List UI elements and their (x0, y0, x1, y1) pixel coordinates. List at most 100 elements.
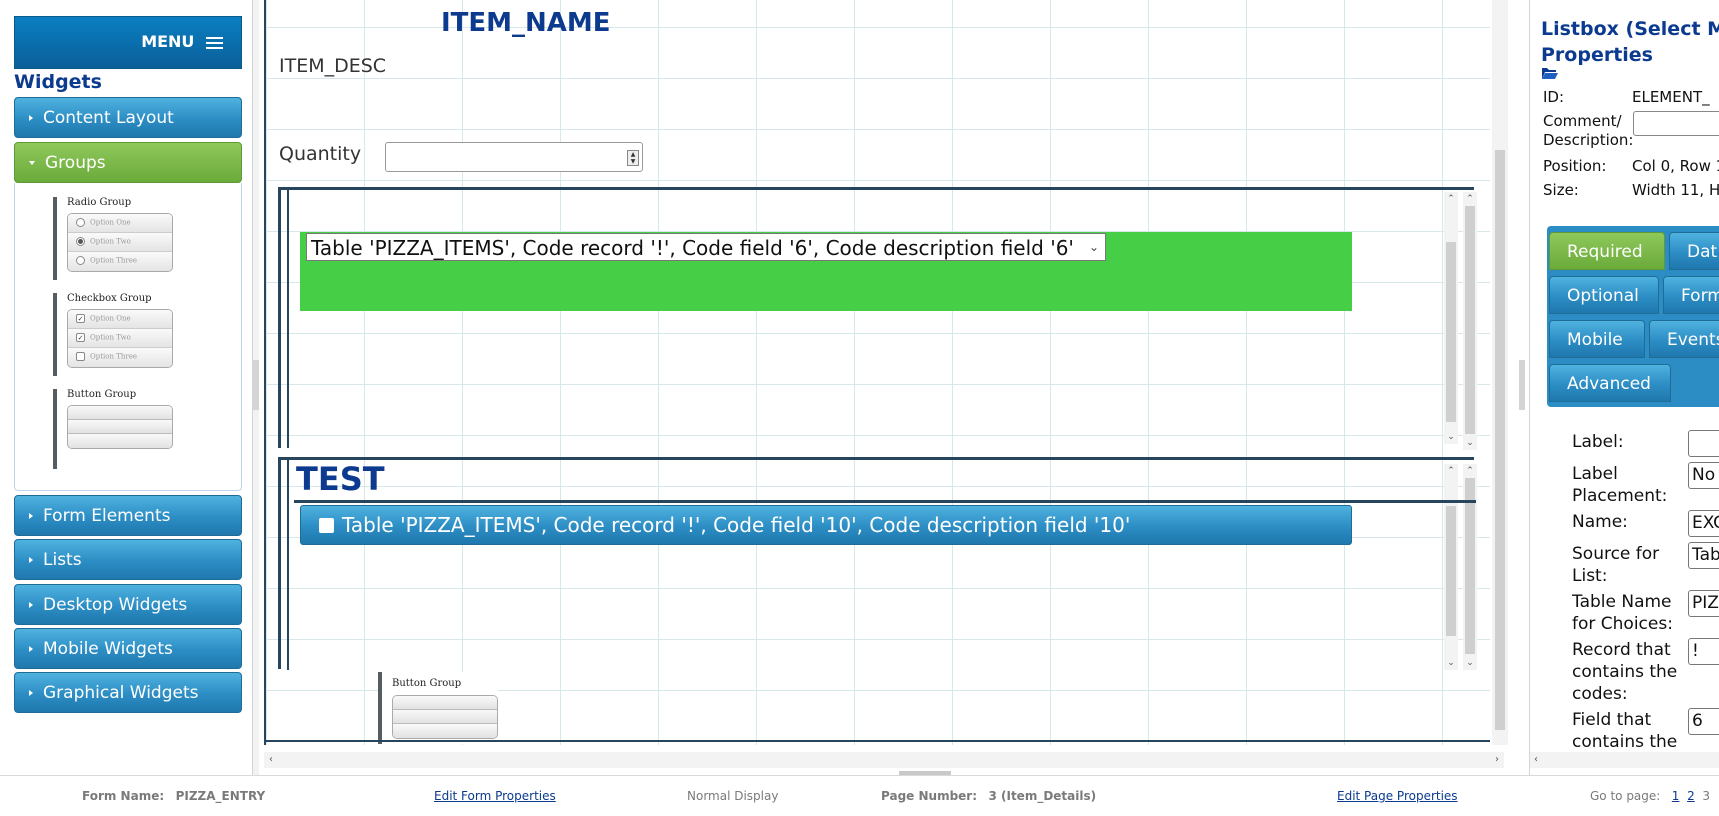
section-outer-scrollbar[interactable]: ⌃ ⌄ (1463, 192, 1477, 450)
item-name-text[interactable]: ITEM_NAME (441, 8, 611, 38)
table-name-input[interactable]: PIZ (1688, 590, 1719, 617)
checkbox-option: ✓ Option One (68, 310, 172, 329)
chevron-down-icon[interactable]: ⌄ (1089, 240, 1099, 254)
scroll-up-icon[interactable]: ⌃ (1463, 464, 1477, 478)
button-row (393, 696, 497, 710)
section-inner-scrollbar[interactable]: ⌃ ⌄ (1444, 192, 1458, 444)
properties-title: Listbox (Select Me Properties (1541, 16, 1719, 68)
source-for-list-label: Source for List: (1572, 544, 1660, 586)
scroll-thumb[interactable] (1446, 242, 1456, 422)
edit-form-properties-link[interactable]: Edit Form Properties (434, 789, 556, 803)
checkbox-group-title: Checkbox Group (67, 293, 152, 304)
listbox-section[interactable]: ⌃ ⌄ ⌃ ⌄ (278, 187, 1477, 450)
tab-required[interactable]: Required (1549, 232, 1665, 270)
scroll-down-icon[interactable]: ⌄ (1444, 430, 1458, 444)
button-row (68, 420, 172, 434)
accordion-label: Graphical Widgets (43, 683, 199, 703)
test-title[interactable]: TEST (296, 460, 385, 498)
scroll-down-icon[interactable]: ⌄ (1444, 656, 1458, 670)
scroll-right-icon[interactable]: › (1490, 752, 1504, 768)
tab-advanced[interactable]: Advanced (1549, 364, 1671, 402)
button-row (393, 724, 497, 738)
test-section[interactable]: ⌃ ⌄ ⌃ ⌄ (278, 457, 1477, 670)
radio-icon (76, 256, 85, 265)
menu-label: MENU (141, 32, 195, 51)
option-label: Option Three (90, 352, 138, 361)
properties-horizontal-scrollbar[interactable]: ‹ (1530, 752, 1719, 768)
accordion-graphical-widgets[interactable]: Graphical Widgets (14, 672, 242, 713)
section-inner-scrollbar[interactable]: ⌃ ⌄ (1444, 464, 1458, 670)
quantity-label[interactable]: Quantity (279, 143, 361, 165)
button-group-widget[interactable]: Button Group (53, 389, 173, 469)
spinner-icon[interactable]: ▲ ▼ (627, 150, 639, 166)
checkbox-option: ✓ Option Two (68, 329, 172, 348)
checkbox-checked-icon: ✓ (76, 333, 85, 342)
item-desc-text[interactable]: ITEM_DESC (279, 55, 386, 77)
label-placement-label: Label Placement: (1572, 464, 1668, 506)
scroll-up-icon[interactable]: ⌃ (1444, 192, 1458, 206)
chevron-right-icon (29, 602, 33, 608)
chevron-right-icon (29, 646, 33, 652)
size-label: Size: (1543, 181, 1579, 199)
radio-group-widget[interactable]: Radio Group Option One Option Two Option… (53, 197, 173, 280)
scroll-down-icon[interactable]: ⌄ (1463, 656, 1477, 670)
tab-data[interactable]: Dat (1669, 232, 1719, 270)
code-record-input[interactable]: ! (1688, 638, 1719, 665)
accordion-form-elements[interactable]: Form Elements (14, 495, 242, 536)
accordion-content-layout[interactable]: Content Layout (14, 97, 242, 138)
goto-page: Go to page: 1 2 3 (1590, 789, 1710, 803)
quantity-input[interactable]: ▲ ▼ (385, 142, 643, 172)
button-group-widget[interactable]: Button Group (378, 672, 498, 744)
edit-page-properties-link[interactable]: Edit Page Properties (1337, 789, 1458, 803)
accordion-mobile-widgets[interactable]: Mobile Widgets (14, 628, 242, 669)
form-name: Form Name: PIZZA_ENTRY (82, 789, 265, 803)
pizza-items-listbox[interactable]: Table 'PIZZA_ITEMS', Code record '!', Co… (306, 233, 1106, 261)
page-link-2[interactable]: 2 (1687, 789, 1695, 803)
scroll-thumb[interactable] (1465, 478, 1475, 654)
name-label: Name: (1572, 512, 1628, 532)
section-outer-scrollbar[interactable]: ⌃ ⌄ (1463, 464, 1477, 670)
canvas-horizontal-scrollbar[interactable]: ‹ › (264, 752, 1504, 768)
tab-events[interactable]: Events (1649, 320, 1719, 358)
scroll-thumb[interactable] (1446, 506, 1456, 636)
section-divider (287, 460, 289, 670)
position-row: Position: Col 0, Row 1 (1543, 157, 1719, 175)
accordion-lists[interactable]: Lists (14, 539, 242, 580)
checkbox-icon[interactable] (319, 518, 334, 533)
tab-optional[interactable]: Optional (1549, 276, 1659, 314)
accordion-label: Content Layout (43, 108, 174, 128)
properties-title-line: Listbox (Select Me (1541, 18, 1719, 40)
accordion-label: Lists (43, 550, 82, 570)
checkbox-group-widget[interactable]: Checkbox Group ✓ Option One ✓ Option Two O… (53, 293, 173, 376)
scroll-thumb[interactable] (1495, 150, 1505, 730)
menu-button[interactable]: MENU (14, 16, 242, 69)
label-placement-select[interactable]: No (1688, 462, 1719, 489)
accordion-groups[interactable]: Groups (14, 142, 242, 183)
radio-selected-icon (76, 237, 85, 246)
chevron-right-icon (29, 557, 33, 563)
scroll-up-icon[interactable]: ⌃ (1444, 464, 1458, 478)
scroll-left-icon[interactable]: ‹ (264, 752, 278, 768)
code-field-input[interactable]: 6 (1688, 708, 1719, 735)
canvas-vertical-scrollbar[interactable] (1492, 0, 1508, 745)
label-input[interactable] (1688, 430, 1719, 457)
page-number-value: 3 (Item_Details) (988, 789, 1097, 803)
accordion-desktop-widgets[interactable]: Desktop Widgets (14, 584, 242, 625)
pizza-items-checkbox-list[interactable]: Table 'PIZZA_ITEMS', Code record '!', Co… (300, 505, 1352, 545)
position-value: Col 0, Row 1 (1632, 157, 1719, 175)
test-divider (294, 500, 1476, 503)
tab-mobile[interactable]: Mobile (1549, 320, 1645, 358)
scroll-down-icon[interactable]: ⌄ (1463, 436, 1477, 450)
groups-panel: Radio Group Option One Option Two Option… (14, 183, 242, 491)
id-row: ID: ELEMENT_ (1543, 88, 1710, 106)
comment-input[interactable] (1633, 111, 1719, 136)
right-panel-splitter[interactable] (1519, 360, 1525, 410)
source-for-list-select[interactable]: Tab (1688, 542, 1719, 569)
tab-format[interactable]: Form (1663, 276, 1719, 314)
name-input[interactable]: EXC (1688, 510, 1719, 537)
scroll-left-icon[interactable]: ‹ (1534, 752, 1538, 768)
scroll-up-icon[interactable]: ⌃ (1463, 192, 1477, 206)
folder-open-icon[interactable] (1541, 66, 1559, 80)
scroll-thumb[interactable] (1465, 206, 1475, 434)
page-link-1[interactable]: 1 (1672, 789, 1680, 803)
